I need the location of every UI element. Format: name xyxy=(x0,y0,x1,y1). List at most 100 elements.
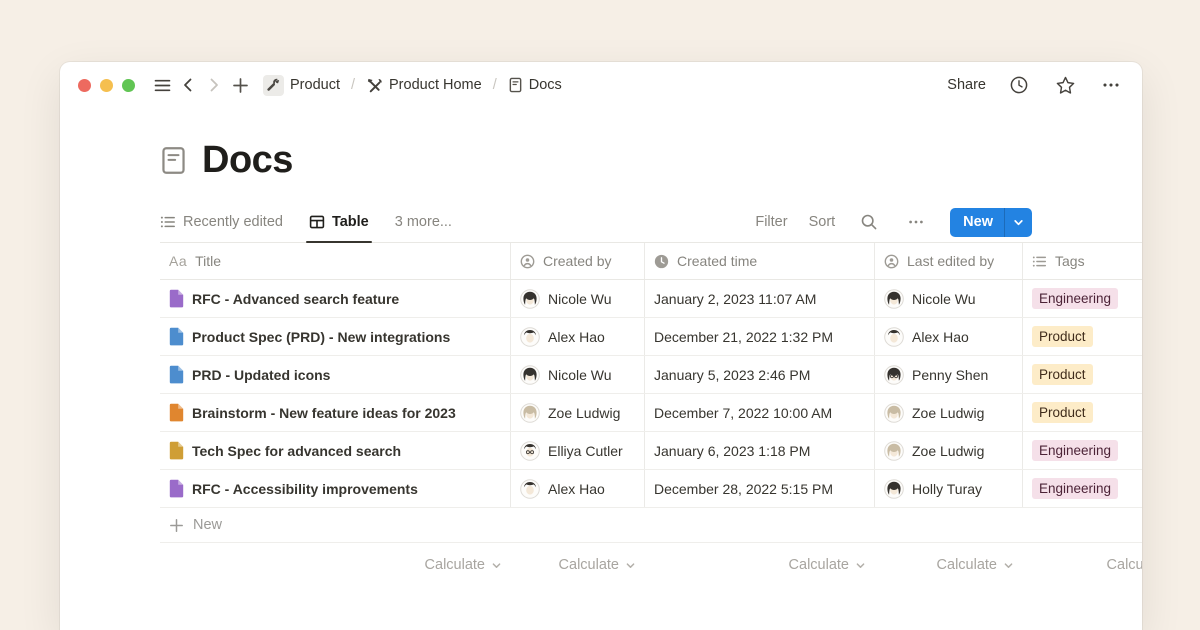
close-window-button[interactable] xyxy=(78,79,91,92)
tag-pill[interactable]: Engineering xyxy=(1032,288,1118,309)
chevron-down-icon xyxy=(625,560,636,571)
created-time-cell[interactable]: December 28, 2022 5:15 PM xyxy=(645,470,875,507)
last-edited-by-cell[interactable]: Holly Turay xyxy=(875,470,1023,507)
column-header-title[interactable]: Aa Title xyxy=(160,243,511,279)
title-cell[interactable]: RFC - Accessibility improvements xyxy=(160,470,511,507)
created-by-cell[interactable]: Elliya Cutler xyxy=(511,432,645,469)
updates-clock-icon[interactable] xyxy=(1006,72,1032,98)
add-new-row-button[interactable]: New xyxy=(160,508,1142,543)
last-edited-by-cell[interactable]: Alex Hao xyxy=(875,318,1023,355)
tags-cell[interactable]: Product xyxy=(1023,394,1142,431)
row-title-link[interactable]: Tech Spec for advanced search xyxy=(192,443,401,459)
title-cell[interactable]: Brainstorm - New feature ideas for 2023 xyxy=(160,394,511,431)
calculate-dropdown-title[interactable]: Calculate xyxy=(160,543,511,587)
sidebar-menu-icon[interactable] xyxy=(149,72,175,98)
table-row[interactable]: Tech Spec for advanced search Elliya Cut… xyxy=(160,432,1142,470)
wrench-icon xyxy=(263,75,284,96)
tags-cell[interactable]: Engineering xyxy=(1023,432,1142,469)
tag-pill[interactable]: Product xyxy=(1032,364,1093,385)
created-by-name: Alex Hao xyxy=(548,329,605,345)
view-tab-recently-edited[interactable]: Recently edited xyxy=(160,202,283,242)
view-tab-table[interactable]: Table xyxy=(309,202,369,242)
new-entry-button[interactable]: New xyxy=(950,208,1032,237)
search-icon[interactable] xyxy=(856,209,882,235)
created-time-cell[interactable]: December 7, 2022 10:00 AM xyxy=(645,394,875,431)
title-cell[interactable]: PRD - Updated icons xyxy=(160,356,511,393)
window-toolbar: Product / Product Home / Docs xyxy=(60,62,1142,108)
calculate-dropdown-created-time[interactable]: Calculate xyxy=(645,543,875,587)
title-cell[interactable]: Product Spec (PRD) - New integrations xyxy=(160,318,511,355)
last-edited-name: Holly Turay xyxy=(912,481,982,497)
last-edited-by-cell[interactable]: Zoe Ludwig xyxy=(875,432,1023,469)
views-bar: Recently edited Table 3 more... Filter S… xyxy=(160,202,1142,243)
table-row[interactable]: RFC - Accessibility improvements Alex Ha… xyxy=(160,470,1142,508)
tag-pill[interactable]: Product xyxy=(1032,402,1093,423)
created-by-avatar xyxy=(520,441,540,461)
more-views-link[interactable]: 3 more... xyxy=(395,214,452,230)
row-title-link[interactable]: Brainstorm - New feature ideas for 2023 xyxy=(192,405,456,421)
tags-cell[interactable]: Engineering xyxy=(1023,280,1142,317)
created-time-cell[interactable]: January 5, 2023 2:46 PM xyxy=(645,356,875,393)
created-by-cell[interactable]: Nicole Wu xyxy=(511,356,645,393)
table-row[interactable]: PRD - Updated icons Nicole Wu January 5,… xyxy=(160,356,1142,394)
clock-icon xyxy=(654,254,669,269)
last-edited-name: Penny Shen xyxy=(912,367,988,383)
title-cell[interactable]: RFC - Advanced search feature xyxy=(160,280,511,317)
created-by-cell[interactable]: Alex Hao xyxy=(511,318,645,355)
calculate-dropdown-last-edited-by[interactable]: Calculate xyxy=(875,543,1023,587)
row-title-link[interactable]: RFC - Advanced search feature xyxy=(192,291,399,307)
filter-button[interactable]: Filter xyxy=(755,214,787,230)
table-row[interactable]: Brainstorm - New feature ideas for 2023 … xyxy=(160,394,1142,432)
forward-icon[interactable] xyxy=(201,72,227,98)
created-by-cell[interactable]: Zoe Ludwig xyxy=(511,394,645,431)
table-row[interactable]: Product Spec (PRD) - New integrations Al… xyxy=(160,318,1142,356)
created-by-cell[interactable]: Alex Hao xyxy=(511,470,645,507)
breadcrumb-item-docs[interactable]: Docs xyxy=(504,75,566,95)
row-title-link[interactable]: Product Spec (PRD) - New integrations xyxy=(192,329,450,345)
last-edited-by-cell[interactable]: Penny Shen xyxy=(875,356,1023,393)
column-header-created-time[interactable]: Created time xyxy=(645,243,875,279)
row-title-link[interactable]: RFC - Accessibility improvements xyxy=(192,481,418,497)
column-header-label: Title xyxy=(195,253,221,269)
tag-pill[interactable]: Engineering xyxy=(1032,440,1118,461)
last-edited-by-cell[interactable]: Zoe Ludwig xyxy=(875,394,1023,431)
calculate-dropdown-tags[interactable]: Calculate xyxy=(1023,543,1142,587)
tag-pill[interactable]: Product xyxy=(1032,326,1093,347)
created-time-cell[interactable]: January 2, 2023 11:07 AM xyxy=(645,280,875,317)
table-row[interactable]: RFC - Advanced search feature Nicole Wu … xyxy=(160,280,1142,318)
tags-cell[interactable]: Product xyxy=(1023,318,1142,355)
favorite-star-icon[interactable] xyxy=(1052,72,1078,98)
column-header-tags[interactable]: Tags xyxy=(1023,243,1142,279)
title-cell[interactable]: Tech Spec for advanced search xyxy=(160,432,511,469)
minimize-window-button[interactable] xyxy=(100,79,113,92)
view-options-ellipsis-icon[interactable] xyxy=(903,209,929,235)
page-doc-icon xyxy=(169,441,184,460)
tag-pill[interactable]: Engineering xyxy=(1032,478,1118,499)
table-footer-row: Calculate Calculate Calculate Calculate … xyxy=(160,543,1142,587)
page-doc-icon xyxy=(169,289,184,308)
new-entry-button-label[interactable]: New xyxy=(950,208,1004,237)
breadcrumb-item-product[interactable]: Product xyxy=(259,73,344,98)
sort-button[interactable]: Sort xyxy=(809,214,836,230)
breadcrumb-item-product-home[interactable]: Product Home xyxy=(362,75,486,96)
breadcrumb: Product / Product Home / Docs xyxy=(259,73,566,98)
more-options-icon[interactable] xyxy=(1098,72,1124,98)
created-time-cell[interactable]: January 6, 2023 1:18 PM xyxy=(645,432,875,469)
column-header-created-by[interactable]: Created by xyxy=(511,243,645,279)
tags-cell[interactable]: Product xyxy=(1023,356,1142,393)
last-edited-by-cell[interactable]: Nicole Wu xyxy=(875,280,1023,317)
created-time-cell[interactable]: December 21, 2022 1:32 PM xyxy=(645,318,875,355)
calculate-dropdown-created-by[interactable]: Calculate xyxy=(511,543,645,587)
row-title-link[interactable]: PRD - Updated icons xyxy=(192,367,330,383)
page-icon[interactable] xyxy=(160,146,187,175)
bullet-list-icon xyxy=(1032,254,1047,269)
tags-cell[interactable]: Engineering xyxy=(1023,470,1142,507)
share-button[interactable]: Share xyxy=(947,77,986,93)
zoom-window-button[interactable] xyxy=(122,79,135,92)
column-header-label: Last edited by xyxy=(907,253,994,269)
back-icon[interactable] xyxy=(175,72,201,98)
new-entry-dropdown[interactable] xyxy=(1004,208,1032,237)
new-page-plus-icon[interactable] xyxy=(227,72,253,98)
created-by-cell[interactable]: Nicole Wu xyxy=(511,280,645,317)
column-header-last-edited-by[interactable]: Last edited by xyxy=(875,243,1023,279)
